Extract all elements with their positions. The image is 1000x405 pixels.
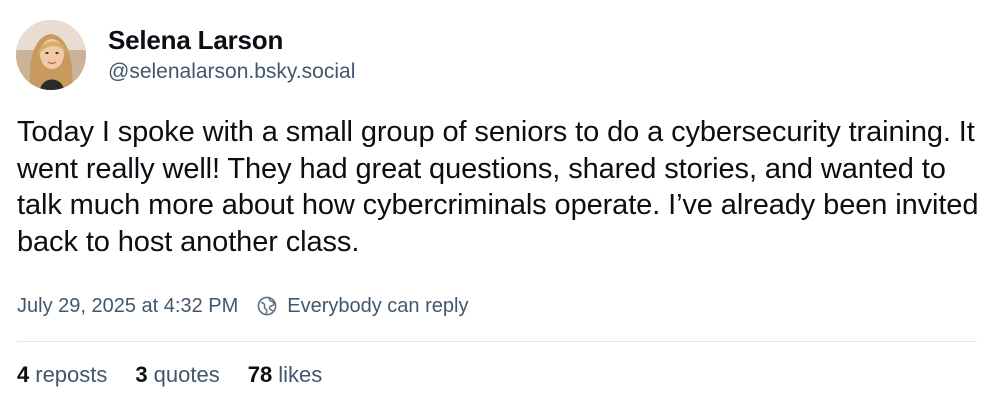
reposts-stat[interactable]: 4 reposts: [17, 362, 107, 388]
likes-label: likes: [278, 362, 323, 387]
globe-icon: [256, 295, 278, 317]
engagement-stats: 4 reposts 3 quotes 78 likes: [17, 360, 350, 390]
divider: [17, 341, 977, 342]
likes-count: 78: [247, 362, 273, 387]
post-meta: July 29, 2025 at 4:32 PM Everybody can r…: [17, 292, 468, 320]
author-display-name[interactable]: Selena Larson: [108, 24, 355, 56]
post-timestamp[interactable]: July 29, 2025 at 4:32 PM: [17, 295, 238, 318]
author-names: Selena Larson @selenalarson.bsky.social: [108, 24, 355, 86]
avatar[interactable]: [16, 20, 86, 90]
post-header: Selena Larson @selenalarson.bsky.social: [16, 18, 355, 92]
reply-setting-label: Everybody can reply: [287, 294, 469, 317]
likes-stat[interactable]: 78 likes: [248, 362, 323, 388]
reposts-count: 4: [17, 362, 30, 387]
post-card: Selena Larson @selenalarson.bsky.social …: [0, 0, 1000, 405]
quotes-count: 3: [135, 362, 148, 387]
reply-setting[interactable]: Everybody can reply: [256, 295, 468, 318]
author-handle[interactable]: @selenalarson.bsky.social: [108, 58, 355, 86]
quotes-label: quotes: [153, 362, 220, 387]
avatar-image: [16, 20, 86, 90]
reposts-label: reposts: [35, 362, 108, 387]
quotes-stat[interactable]: 3 quotes: [135, 362, 219, 388]
post-text: Today I spoke with a small group of seni…: [17, 116, 979, 258]
